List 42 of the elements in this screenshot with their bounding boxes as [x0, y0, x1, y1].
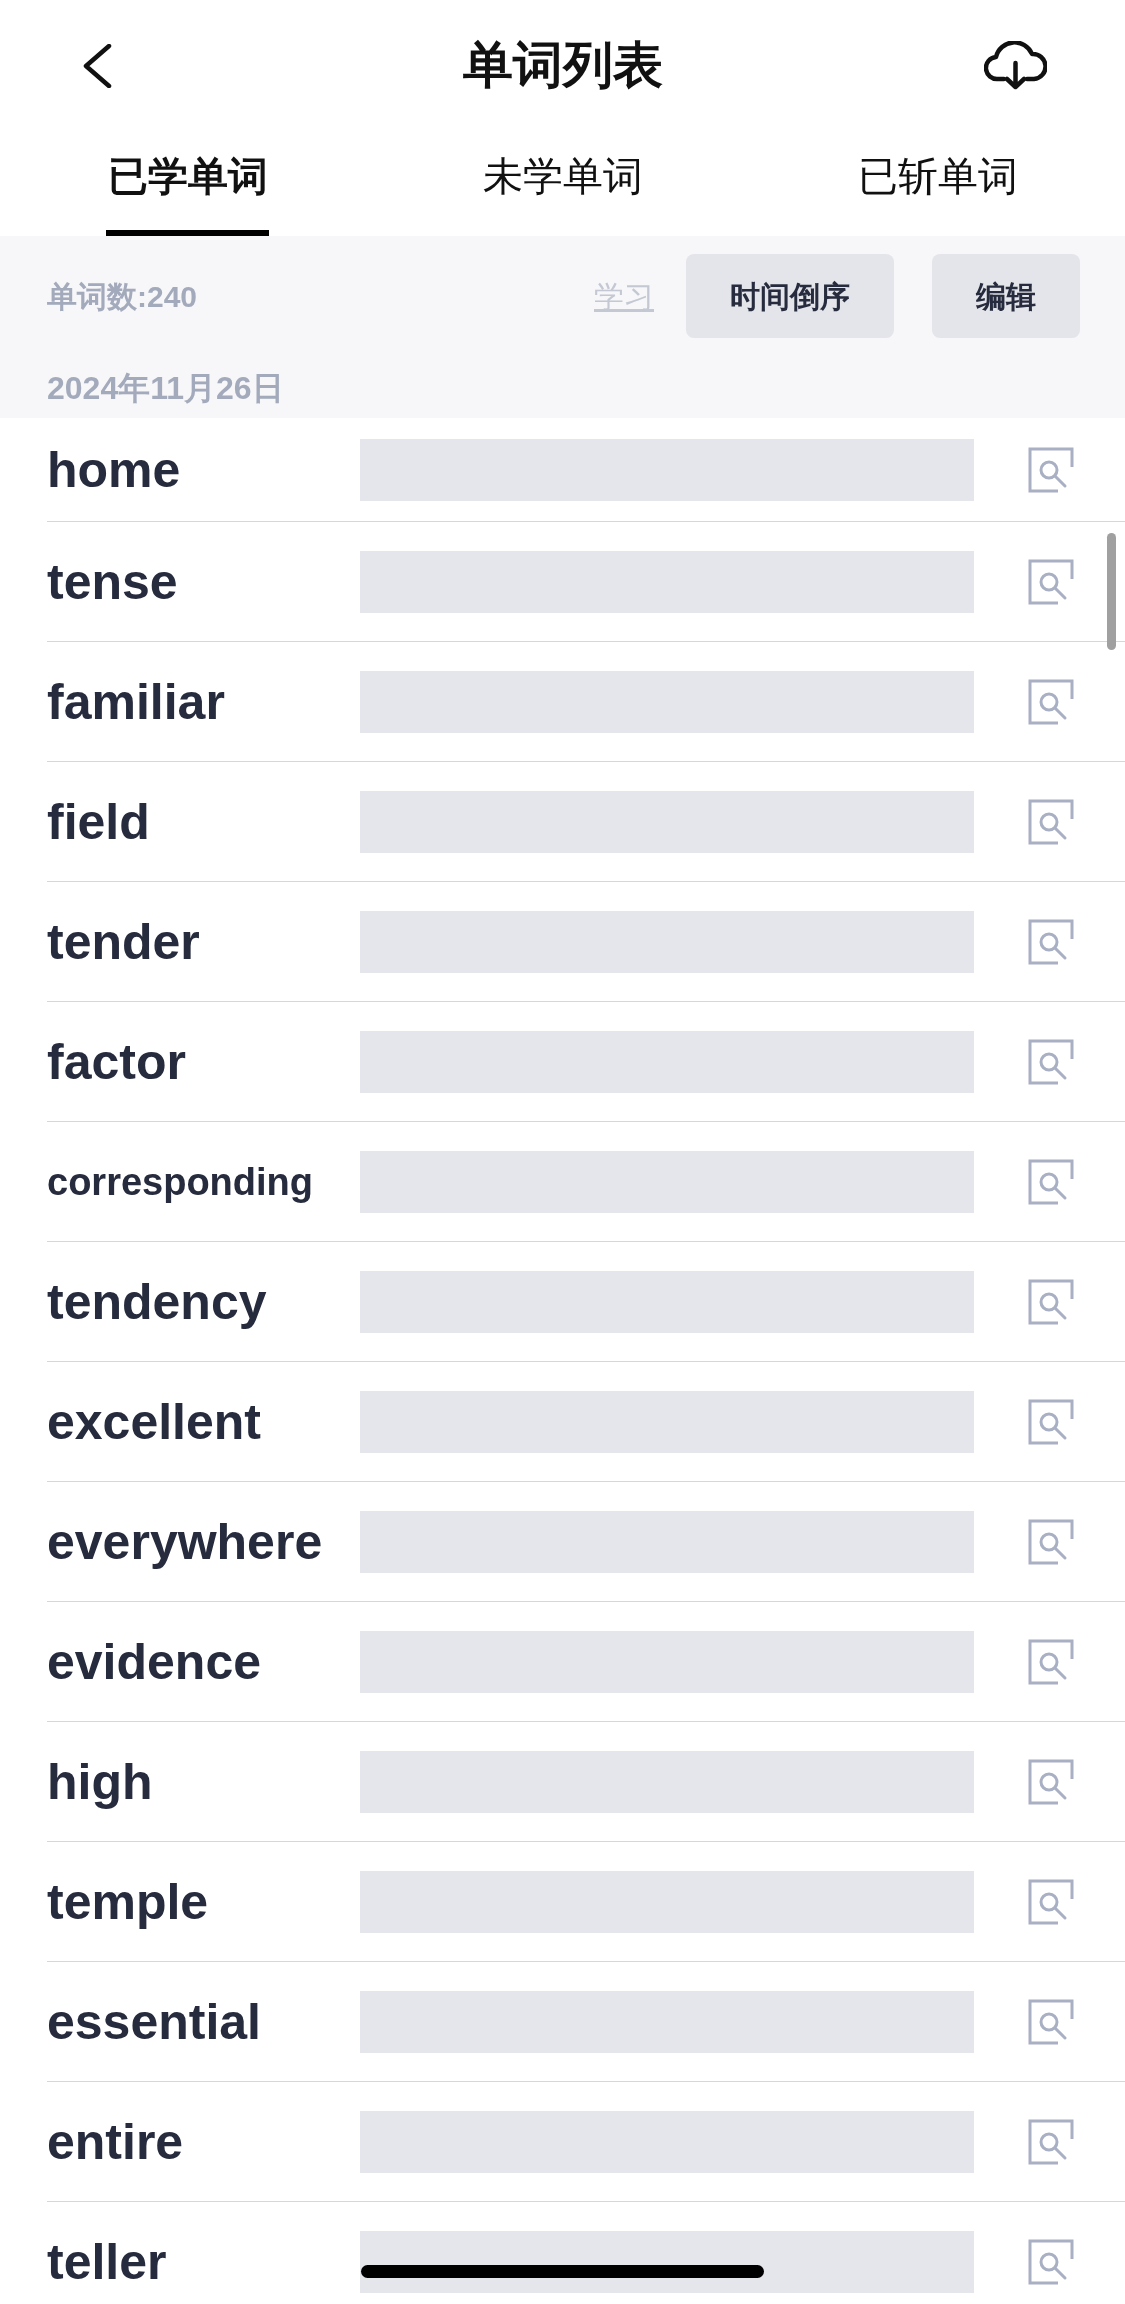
toolbar-button[interactable]: 编辑	[932, 254, 1080, 338]
word-text[interactable]: teller	[47, 2232, 167, 2291]
cloud-download-icon[interactable]	[984, 41, 1047, 91]
tab[interactable]: 未学单词	[482, 153, 643, 199]
search-icon[interactable]	[1028, 1158, 1074, 1205]
word-text[interactable]: tendency	[47, 1272, 267, 1331]
search-icon[interactable]	[1028, 446, 1074, 493]
word-text[interactable]: corresponding	[47, 1152, 314, 1211]
search-icon[interactable]	[1028, 1998, 1074, 2045]
search-icon[interactable]	[1028, 1758, 1074, 1805]
word-text[interactable]: high	[47, 1752, 153, 1811]
word-text[interactable]: tense	[47, 552, 178, 611]
word-text[interactable]: evidence	[47, 1632, 261, 1691]
toolbar-button[interactable]: 时间倒序	[686, 254, 894, 338]
word-text[interactable]: temple	[47, 1872, 209, 1931]
back-icon[interactable]	[82, 44, 112, 88]
search-icon[interactable]	[1028, 798, 1074, 845]
tab[interactable]: 已斩单词	[857, 153, 1018, 199]
word-text[interactable]: essential	[47, 1992, 261, 2051]
page-title: 单词列表	[462, 40, 663, 90]
word-count: 单词数:240	[47, 278, 198, 315]
word-text[interactable]: everywhere	[47, 1512, 323, 1571]
search-icon[interactable]	[1028, 1398, 1074, 1445]
search-icon[interactable]	[1028, 1878, 1074, 1925]
word-text[interactable]: entire	[47, 2112, 184, 2171]
search-icon[interactable]	[1028, 2238, 1074, 2285]
date-heading: 2024年11月26日	[47, 370, 284, 406]
word-text[interactable]: field	[47, 792, 150, 851]
search-icon[interactable]	[1028, 558, 1074, 605]
word-text[interactable]: tender	[47, 912, 200, 971]
search-icon[interactable]	[1028, 678, 1074, 725]
search-icon[interactable]	[1028, 1278, 1074, 1325]
word-text[interactable]: excellent	[47, 1392, 261, 1451]
tab[interactable]: 已学单词	[107, 153, 268, 199]
search-icon[interactable]	[1028, 1638, 1074, 1685]
search-icon[interactable]	[1028, 1038, 1074, 1085]
search-icon[interactable]	[1028, 2118, 1074, 2165]
word-text[interactable]: factor	[47, 1032, 186, 1091]
search-icon[interactable]	[1028, 918, 1074, 965]
search-icon[interactable]	[1028, 1518, 1074, 1565]
word-text[interactable]: home	[47, 440, 181, 499]
word-text[interactable]: familiar	[47, 672, 225, 731]
